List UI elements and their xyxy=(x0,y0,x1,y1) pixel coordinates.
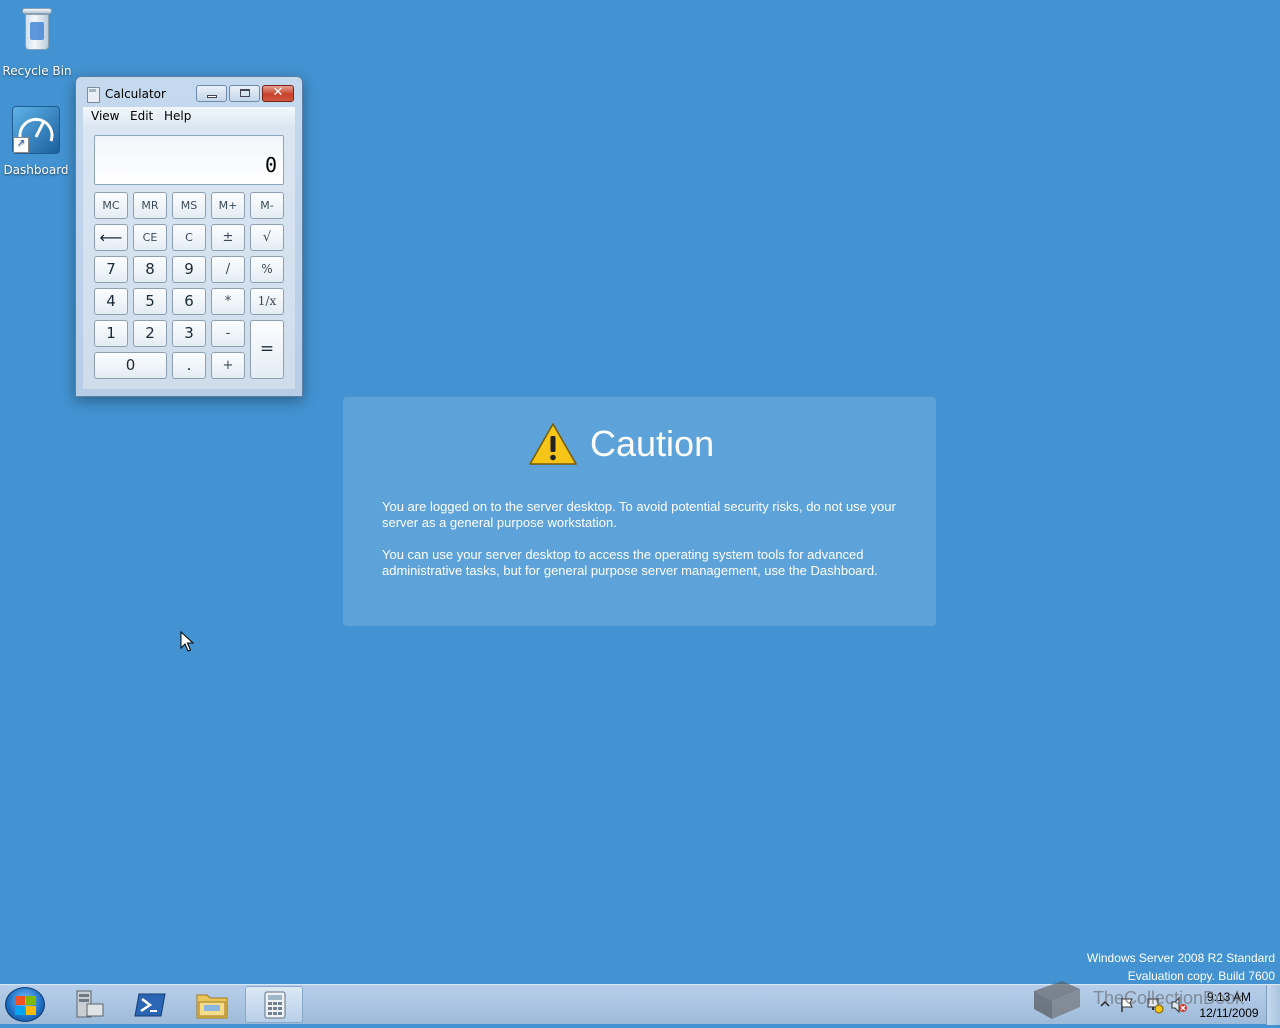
book-logo-icon xyxy=(1034,981,1080,1019)
taskbar-explorer[interactable] xyxy=(183,986,241,1023)
taskbar: 9:13 AM 12/11/2009 xyxy=(0,984,1280,1025)
key-6[interactable]: 6 xyxy=(172,288,206,315)
menu-edit[interactable]: Edit xyxy=(130,109,153,123)
key-1[interactable]: 1 xyxy=(94,320,128,347)
key-ce[interactable]: CE xyxy=(133,224,167,251)
key-8[interactable]: 8 xyxy=(133,256,167,283)
caution-paragraph-1: You are logged on to the server desktop.… xyxy=(382,499,896,530)
desktop-icon-label: Dashboard xyxy=(3,163,69,177)
book-logo-text: TheCollectionBook xyxy=(1093,988,1245,1008)
desktop-icon-label: Recycle Bin xyxy=(2,64,72,78)
key-5[interactable]: 5 xyxy=(133,288,167,315)
key-3[interactable]: 3 xyxy=(172,320,206,347)
minimize-button[interactable] xyxy=(196,85,227,102)
key-percent[interactable]: % xyxy=(250,256,284,283)
key-divide[interactable]: / xyxy=(211,256,245,283)
key-0[interactable]: 0 xyxy=(94,352,167,379)
taskbar-powershell[interactable] xyxy=(122,986,180,1023)
desktop-icon-recycle-bin[interactable]: Recycle Bin xyxy=(2,2,72,78)
watermark-line-2: Evaluation copy. Build 7600 xyxy=(1127,969,1275,983)
taskbar-calculator[interactable] xyxy=(245,986,303,1023)
calculator-titlebar[interactable]: Calculator ✕ xyxy=(76,77,302,109)
window-title: Calculator xyxy=(105,87,166,101)
caution-paragraph-2: You can use your server desktop to acces… xyxy=(382,547,878,578)
powershell-icon xyxy=(134,993,166,1017)
key-7[interactable]: 7 xyxy=(94,256,128,283)
key-c[interactable]: C xyxy=(172,224,206,251)
display-value: 0 xyxy=(264,153,277,177)
key-decimal[interactable]: . xyxy=(172,352,206,379)
maximize-button[interactable] xyxy=(229,85,260,102)
key-subtract[interactable]: - xyxy=(211,320,245,347)
key-m-minus[interactable]: M- xyxy=(250,192,284,219)
os-watermark: Windows Server 2008 R2 Standard Evaluati… xyxy=(1087,949,1275,985)
mouse-cursor-icon xyxy=(180,631,194,652)
start-button[interactable] xyxy=(5,987,45,1022)
caution-title: Caution xyxy=(590,423,715,464)
key-mr[interactable]: MR xyxy=(133,192,167,219)
menu-bar: View Edit Help xyxy=(83,107,295,126)
calculator-icon xyxy=(264,991,286,1019)
menu-help[interactable]: Help xyxy=(164,109,191,123)
menu-view[interactable]: View xyxy=(91,109,119,123)
watermark-line-1: Windows Server 2008 R2 Standard xyxy=(1086,951,1275,965)
key-multiply[interactable]: * xyxy=(211,288,245,315)
explorer-icon xyxy=(196,994,228,1019)
windows-logo-icon xyxy=(15,996,36,1015)
key-plus-minus[interactable]: ± xyxy=(211,224,245,251)
close-icon: ✕ xyxy=(272,85,284,100)
key-sqrt[interactable]: √ xyxy=(250,224,284,251)
calculator-display: 0 xyxy=(94,135,284,185)
close-button[interactable]: ✕ xyxy=(262,85,294,102)
key-4[interactable]: 4 xyxy=(94,288,128,315)
key-reciprocal[interactable]: 1/x xyxy=(250,288,284,315)
key-2[interactable]: 2 xyxy=(133,320,167,347)
key-backspace[interactable]: ⟵ xyxy=(94,224,128,251)
taskbar-server-manager[interactable] xyxy=(60,986,118,1023)
dashboard-icon: ↗ xyxy=(12,106,60,154)
calculator-app-icon xyxy=(87,87,100,103)
show-desktop-button[interactable] xyxy=(1266,985,1280,1025)
warning-icon xyxy=(529,423,577,465)
server-manager-icon xyxy=(76,990,104,1018)
calculator-window[interactable]: Calculator ✕ View Edit Help 0 MC MR MS M… xyxy=(75,76,303,397)
calculator-body: 0 MC MR MS M+ M- ⟵ CE C ± √ 7 8 9 / % 4 … xyxy=(83,126,295,389)
key-ms[interactable]: MS xyxy=(172,192,206,219)
key-equals[interactable]: = xyxy=(250,320,284,379)
recycle-bin-icon xyxy=(22,8,52,52)
key-mc[interactable]: MC xyxy=(94,192,128,219)
key-m-plus[interactable]: M+ xyxy=(211,192,245,219)
key-add[interactable]: + xyxy=(211,352,245,379)
desktop-icon-dashboard[interactable]: ↗ Dashboard xyxy=(1,106,71,177)
key-9[interactable]: 9 xyxy=(172,256,206,283)
caution-panel: Caution You are logged on to the server … xyxy=(343,397,936,626)
